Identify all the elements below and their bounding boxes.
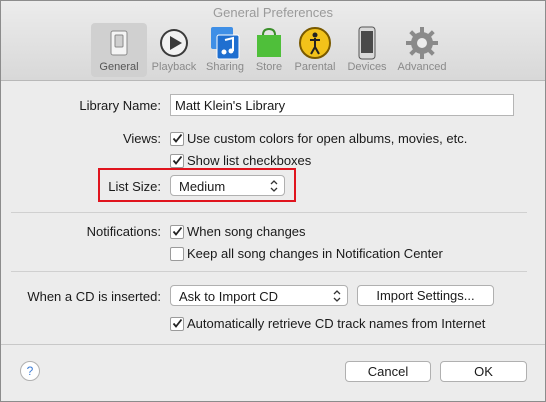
import-settings-button[interactable]: Import Settings... <box>357 285 494 306</box>
checkbox-box[interactable] <box>170 317 184 331</box>
checkmark-icon <box>172 155 183 165</box>
parental-icon <box>299 27 331 59</box>
chevron-updown-icon <box>333 290 341 302</box>
toolbar-devices[interactable]: Devices <box>339 23 395 77</box>
keep-all-checkbox[interactable]: Keep all song changes in Notification Ce… <box>170 246 510 262</box>
ok-button[interactable]: OK <box>440 361 527 382</box>
library-name-value: Matt Klein's Library <box>175 98 286 113</box>
cd-inserted-label: When a CD is inserted: <box>27 289 161 304</box>
toolbar-parental[interactable]: Parental <box>287 23 343 77</box>
music-sharing-icon <box>211 27 240 60</box>
shopping-bag-icon <box>257 27 281 57</box>
list-size-value: Medium <box>179 179 226 194</box>
chevron-updown-icon <box>270 180 278 192</box>
checkmark-icon <box>172 318 183 328</box>
checkbox-box[interactable] <box>170 154 184 168</box>
checkmark-icon <box>172 133 183 143</box>
list-checkboxes-text: Show list checkboxes <box>187 153 312 168</box>
library-name-field[interactable]: Matt Klein's Library <box>170 94 514 116</box>
list-size-label: List Size: <box>108 179 161 194</box>
separator <box>11 212 527 213</box>
titlebar: General Preferences General Playback Sha… <box>1 1 545 81</box>
toolbar-label: Parental <box>294 61 336 73</box>
views-label: Views: <box>122 131 161 146</box>
checkbox-box[interactable] <box>170 132 184 146</box>
cd-action-popup[interactable]: Ask to Import CD <box>170 285 348 306</box>
list-size-popup[interactable]: Medium <box>170 175 285 196</box>
custom-colors-checkbox[interactable]: Use custom colors for open albums, movie… <box>170 131 510 147</box>
phone-icon <box>358 26 376 60</box>
cancel-button[interactable]: Cancel <box>345 361 431 382</box>
checkbox-box[interactable] <box>170 225 184 239</box>
gear-icon <box>406 27 438 59</box>
keep-all-text: Keep all song changes in Notification Ce… <box>187 246 443 261</box>
window-title: General Preferences <box>213 5 333 20</box>
help-button[interactable]: ? <box>20 361 40 381</box>
general-switch-icon <box>110 30 128 56</box>
custom-colors-text: Use custom colors for open albums, movie… <box>187 131 468 146</box>
song-changes-checkbox[interactable]: When song changes <box>170 224 510 240</box>
auto-retrieve-text: Automatically retrieve CD track names fr… <box>187 316 486 331</box>
separator <box>11 271 527 272</box>
notifications-label: Notifications: <box>86 224 161 239</box>
play-icon <box>160 29 188 57</box>
library-name-label: Library Name: <box>79 98 161 113</box>
toolbar-label: Devices <box>347 61 387 73</box>
checkbox-box[interactable] <box>170 247 184 261</box>
toolbar-advanced[interactable]: Advanced <box>394 23 450 77</box>
toolbar-playback[interactable]: Playback <box>146 23 202 77</box>
auto-retrieve-checkbox[interactable]: Automatically retrieve CD track names fr… <box>170 316 530 332</box>
list-checkboxes-checkbox[interactable]: Show list checkboxes <box>170 153 510 169</box>
checkmark-icon <box>172 226 183 236</box>
preferences-window: General Preferences General Playback Sha… <box>0 0 546 402</box>
toolbar-label: Playback <box>151 61 197 73</box>
separator <box>1 344 545 345</box>
toolbar-label: General <box>99 61 139 73</box>
toolbar-label: Advanced <box>397 61 447 73</box>
toolbar-general[interactable]: General <box>91 23 147 77</box>
song-changes-text: When song changes <box>187 224 306 239</box>
cd-action-value: Ask to Import CD <box>179 289 278 304</box>
